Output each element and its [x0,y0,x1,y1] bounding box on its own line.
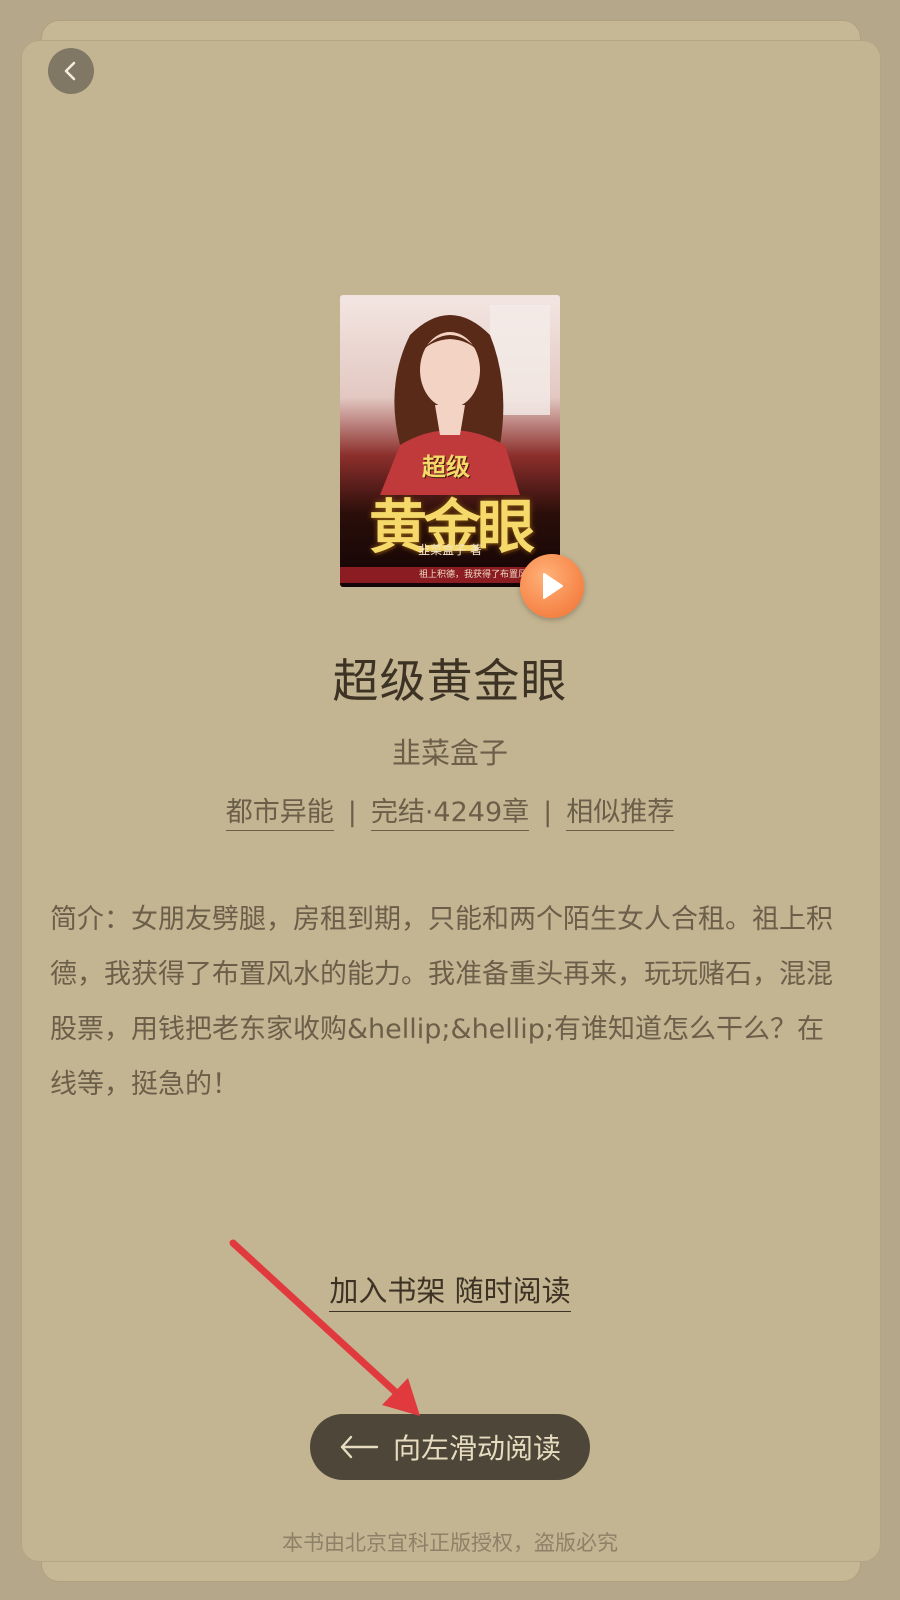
cover-author: 韭菜盒子 著 [418,543,482,557]
cover-small-title: 超级 [422,452,470,481]
swipe-read-button[interactable]: 向左滑动阅读 [310,1414,590,1480]
audio-play-button[interactable] [520,554,584,618]
add-to-shelf-label[interactable]: 加入书架 随时阅读 [329,1274,571,1312]
copyright-footer: 本书由北京宜科正版授权，盗版必究 [282,1531,618,1555]
book-meta: 都市异能 | 完结·4249章 | 相似推荐 [0,790,900,831]
book-title: 超级黄金眼 [332,654,568,708]
similar-recommend-link[interactable]: 相似推荐 [566,797,675,831]
arrow-left-icon [340,1435,379,1459]
meta-separator: | [543,797,553,828]
category-link[interactable]: 都市异能 [225,797,334,831]
meta-separator: | [347,797,357,828]
chevron-left-icon [64,61,76,81]
status-link[interactable]: 完结·4249章 [370,797,530,831]
book-cover[interactable]: 超级 黄金眼 韭菜盒子 著 祖上积德，我获得了布置风水的能 [340,295,560,587]
back-button[interactable] [48,48,94,94]
play-icon [543,573,563,599]
book-author[interactable]: 韭菜盒子 [0,730,900,772]
add-to-shelf-link[interactable]: 加入书架 随时阅读 [0,1268,900,1312]
swipe-read-label: 向左滑动阅读 [392,1432,561,1465]
book-intro: 简介：女朋友劈腿，房租到期，只能和两个陌生女人合租。祖上积德，我获得了布置风水的… [50,904,833,1100]
